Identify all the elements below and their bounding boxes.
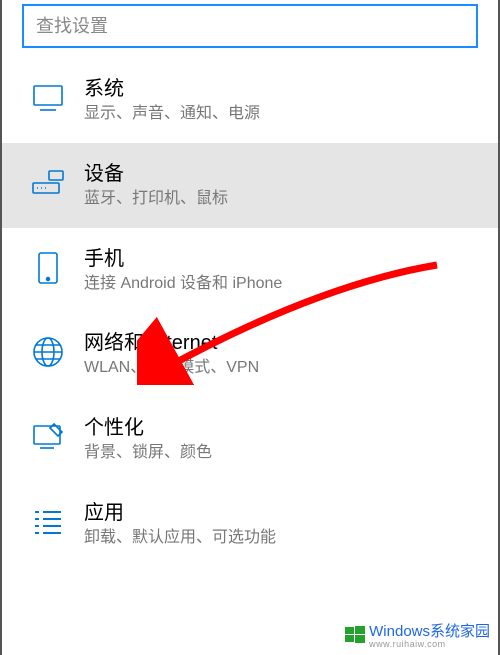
- settings-item-personalization[interactable]: 个性化 背景、锁屏、颜色: [2, 397, 498, 482]
- item-subtitle: 背景、锁屏、颜色: [84, 443, 478, 464]
- search-box[interactable]: [22, 4, 478, 48]
- network-icon: [30, 334, 66, 370]
- phone-icon: [30, 250, 66, 286]
- watermark: Windows系统家园 www.ruihaiw.com: [345, 620, 490, 649]
- item-title: 网络和 Internet: [84, 330, 478, 356]
- item-subtitle: 显示、声音、通知、电源: [84, 104, 478, 125]
- watermark-brand: Windows系统家园: [369, 623, 490, 640]
- watermark-url: www.ruihaiw.com: [369, 639, 490, 649]
- item-subtitle: WLAN、飞行模式、VPN: [84, 358, 478, 379]
- devices-icon: [30, 165, 66, 201]
- settings-item-devices[interactable]: 设备 蓝牙、打印机、鼠标: [2, 143, 498, 228]
- settings-item-system[interactable]: 系统 显示、声音、通知、电源: [2, 58, 498, 143]
- item-subtitle: 卸载、默认应用、可选功能: [84, 528, 478, 549]
- item-title: 个性化: [84, 415, 478, 441]
- item-title: 应用: [84, 500, 478, 526]
- search-input[interactable]: [36, 16, 464, 37]
- item-title: 系统: [84, 76, 478, 102]
- apps-icon: [30, 504, 66, 540]
- system-icon: [30, 80, 66, 116]
- item-subtitle: 蓝牙、打印机、鼠标: [84, 189, 478, 210]
- personalization-icon: [30, 419, 66, 455]
- item-title: 设备: [84, 161, 478, 187]
- settings-item-phone[interactable]: 手机 连接 Android 设备和 iPhone: [2, 228, 498, 313]
- settings-item-apps[interactable]: 应用 卸载、默认应用、可选功能: [2, 482, 498, 567]
- item-title: 手机: [84, 246, 478, 272]
- settings-item-network[interactable]: 网络和 Internet WLAN、飞行模式、VPN: [2, 312, 498, 397]
- windows-logo-icon: [345, 625, 365, 645]
- item-subtitle: 连接 Android 设备和 iPhone: [84, 274, 478, 295]
